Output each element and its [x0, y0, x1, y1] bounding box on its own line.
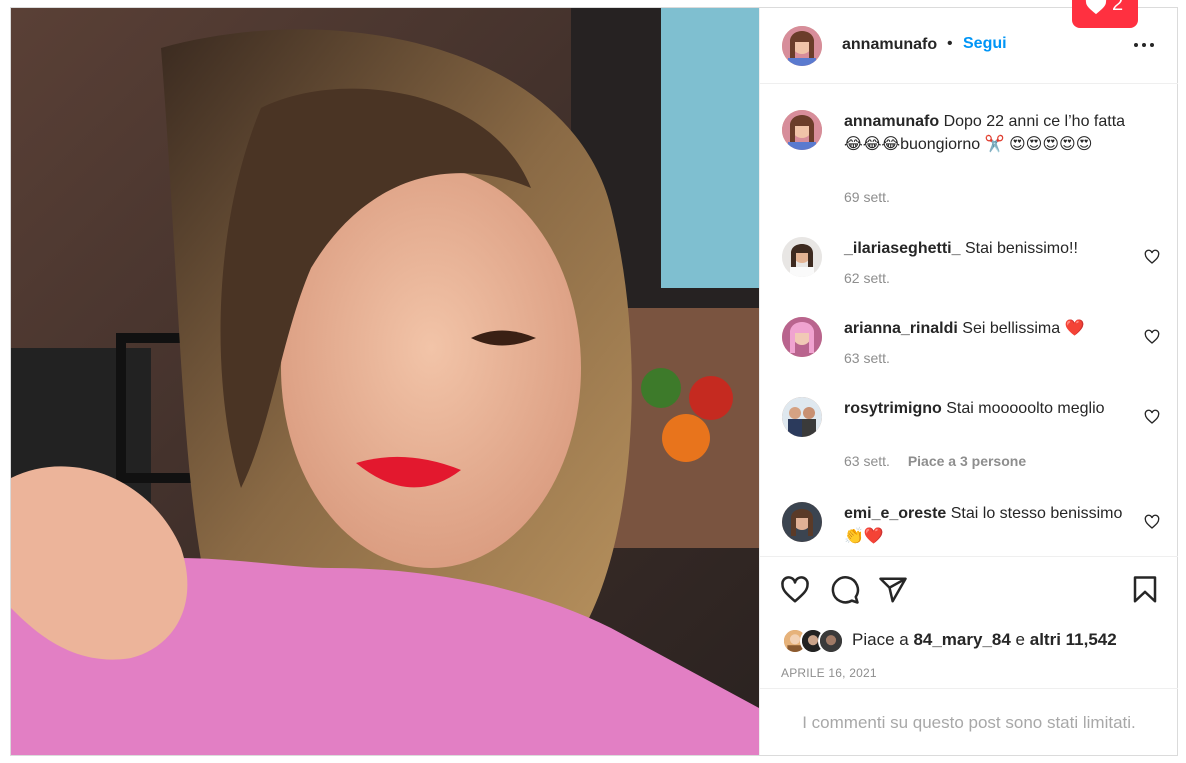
caption-timestamp[interactable]: 69 sett. [844, 189, 890, 205]
caption-time: 69 sett. [844, 189, 890, 205]
comment-body: rosytrimigno Stai mooooolto meglio [844, 397, 1134, 420]
more-icon[interactable] [1134, 34, 1158, 54]
comment-body: arianna_rinaldi Sei bellissima ❤️ [844, 317, 1134, 340]
comments-limited-notice: I commenti su questo post sono stati lim… [760, 688, 1178, 755]
comment-meta: 63 sett. Piace a 3 persone [844, 453, 1026, 469]
likes-prefix: Piace a [852, 630, 909, 649]
photo-illustration [11, 8, 759, 755]
likes-user-link[interactable]: 84_mary_84 [913, 630, 1010, 649]
caption-username[interactable]: annamunafo [844, 113, 939, 130]
activity-notification-badge[interactable]: 2 [1072, 0, 1138, 28]
comment-time[interactable]: 62 sett. [844, 270, 890, 286]
comment-text: Sei bellissima ❤️ [962, 320, 1085, 337]
comment-like-heart-icon[interactable] [1144, 249, 1160, 265]
comment-likes-count[interactable]: Piace a 3 persone [908, 453, 1026, 469]
likes-conj: e [1015, 630, 1026, 649]
commenter-avatar[interactable] [782, 397, 822, 437]
action-bar [760, 556, 1178, 620]
comments-list: annamunafo Dopo 22 anni ce l’ho fatta 😂😂… [760, 85, 1178, 556]
comment-username[interactable]: rosytrimigno [844, 400, 942, 417]
follow-button[interactable]: Segui [963, 35, 1007, 53]
likes-others-link[interactable]: altri 11,542 [1030, 630, 1117, 649]
comment-username[interactable]: arianna_rinaldi [844, 320, 958, 337]
comment-meta: 63 sett. [844, 350, 890, 366]
post-photo[interactable] [11, 8, 759, 755]
comment-username[interactable]: _ilariaseghetti_ [844, 240, 961, 257]
notification-count: 2 [1112, 0, 1124, 15]
likes-text: Piace a 84_mary_84 e altri 11,542 [852, 630, 1117, 650]
comment-meta: 62 sett. [844, 270, 890, 286]
comment-time[interactable]: 63 sett. [844, 453, 890, 469]
post-modal: annamunafo • Segui annamunafo Dopo 22 an… [10, 7, 1178, 756]
caption-avatar[interactable] [782, 110, 822, 150]
comment-text: Stai benissimo!! [964, 240, 1078, 257]
separator-dot: • [947, 35, 953, 52]
comment-text: Stai mooooolto meglio [946, 400, 1105, 417]
notification-heart-icon [1085, 0, 1107, 15]
comment-like-heart-icon[interactable] [1144, 514, 1160, 530]
liker-avatars [782, 628, 848, 654]
liker-avatar[interactable] [818, 628, 844, 654]
commenter-avatar[interactable] [782, 237, 822, 277]
post-date[interactable]: APRILE 16, 2021 [781, 666, 877, 680]
comment-username[interactable]: emi_e_oreste [844, 505, 946, 522]
comment-body: emi_e_oreste Stai lo stesso benissimo 👏❤… [844, 502, 1134, 548]
commenter-avatar[interactable] [782, 317, 822, 357]
post-details-panel: annamunafo • Segui annamunafo Dopo 22 an… [759, 8, 1178, 755]
author-avatar[interactable] [782, 26, 822, 66]
share-icon[interactable] [878, 575, 908, 605]
commenter-avatar[interactable] [782, 502, 822, 542]
comment-body: _ilariaseghetti_ Stai benissimo!! [844, 237, 1134, 260]
caption-body: annamunafo Dopo 22 anni ce l’ho fatta 😂😂… [844, 110, 1134, 156]
like-heart-icon[interactable] [780, 575, 810, 605]
comment-icon[interactable] [830, 575, 860, 605]
bookmark-icon[interactable] [1130, 575, 1160, 605]
author-username[interactable]: annamunafo [842, 36, 937, 54]
likes-summary: Piace a 84_mary_84 e altri 11,542 [760, 626, 1178, 656]
comment-like-heart-icon[interactable] [1144, 409, 1160, 425]
comment-time[interactable]: 63 sett. [844, 350, 890, 366]
comment-like-heart-icon[interactable] [1144, 329, 1160, 345]
